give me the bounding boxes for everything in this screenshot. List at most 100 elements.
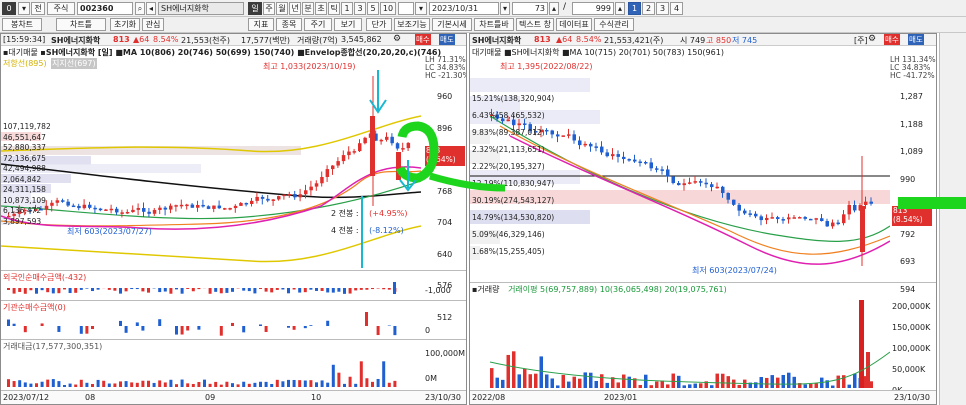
- page-3-button[interactable]: 3: [656, 2, 669, 15]
- amount-bar: [303, 380, 307, 387]
- count-input[interactable]: 73: [512, 2, 548, 15]
- code-input[interactable]: 002360: [77, 2, 133, 15]
- chart-toolbar-button[interactable]: 차트틀바: [474, 18, 514, 31]
- volume-bar: [605, 382, 609, 388]
- volume-profile-label: 24,311,158: [3, 185, 46, 194]
- institution-bar: [242, 326, 246, 333]
- candle: [814, 218, 818, 220]
- candle-chart-button[interactable]: 봉차트: [2, 18, 42, 31]
- page-1-button[interactable]: 1: [628, 2, 641, 15]
- foreign-bar: [124, 288, 128, 292]
- candle: [347, 151, 351, 156]
- search-icon[interactable]: ⌕: [135, 2, 145, 15]
- foreign-bar: [309, 288, 313, 290]
- institution-bar: [309, 325, 313, 326]
- watchlist-button[interactable]: 관심: [142, 18, 164, 31]
- institution-bar: [141, 326, 145, 331]
- volume-bar: [627, 376, 631, 388]
- count-spin-icon[interactable]: ▴: [549, 2, 559, 15]
- period-month-button[interactable]: 월: [276, 2, 288, 15]
- sell-button[interactable]: 매도: [439, 34, 455, 45]
- trade-amount-chart[interactable]: [1, 349, 421, 389]
- max-count-spin-icon[interactable]: ▴: [615, 2, 625, 15]
- high-label: 고 850: [706, 36, 732, 45]
- period-second-button[interactable]: 초: [315, 2, 327, 15]
- candle: [688, 182, 692, 184]
- basic-quote-button[interactable]: 기본시세: [432, 18, 472, 31]
- view-button[interactable]: 보기: [334, 18, 362, 31]
- candle: [293, 194, 297, 198]
- foreign-bar: [281, 288, 285, 290]
- amount-bar: [309, 380, 313, 387]
- period-minute-button[interactable]: 분: [302, 2, 314, 15]
- foreign-bar: [354, 288, 358, 291]
- period-dropdown-icon[interactable]: ▾: [415, 2, 427, 15]
- period-value-1[interactable]: 1: [341, 2, 353, 15]
- data-table-button[interactable]: 데이터표: [556, 18, 592, 31]
- cycle-button[interactable]: 주기: [304, 18, 332, 31]
- period-value-3[interactable]: 3: [354, 2, 366, 15]
- settings-icon[interactable]: ⚙: [393, 34, 401, 44]
- menu-button[interactable]: ▾: [18, 2, 30, 15]
- period-day-button[interactable]: 일: [248, 2, 262, 15]
- weekly-volume-chart[interactable]: [470, 292, 890, 390]
- page-4-button[interactable]: 4: [670, 2, 683, 15]
- all-button[interactable]: 전: [31, 2, 45, 15]
- candle: [715, 186, 719, 189]
- chart-frame-button[interactable]: 차트틀: [56, 18, 106, 31]
- buy-button[interactable]: 매수: [884, 34, 900, 45]
- amount-bar: [119, 381, 122, 387]
- page-2-button[interactable]: 2: [642, 2, 655, 15]
- date-input[interactable]: 2023/10/31: [429, 2, 499, 15]
- candle: [622, 156, 626, 160]
- period-custom-input[interactable]: [398, 2, 414, 15]
- candle: [864, 201, 868, 206]
- buy-button[interactable]: 매수: [415, 34, 431, 45]
- amount-bar: [74, 384, 78, 387]
- foreign-bar: [12, 288, 16, 294]
- sell-button[interactable]: 매도: [908, 34, 924, 45]
- period-value-5[interactable]: 5: [367, 2, 379, 15]
- period-year-button[interactable]: 년: [289, 2, 301, 15]
- formula-manage-button[interactable]: 수식관리: [594, 18, 634, 31]
- amount-bar: [292, 379, 296, 387]
- screen-number[interactable]: 0: [2, 2, 16, 15]
- candle: [390, 136, 394, 144]
- institution-net-chart[interactable]: [1, 310, 421, 338]
- market-select[interactable]: 주식: [47, 2, 75, 15]
- volume-bar: [644, 374, 648, 388]
- period-tick-button[interactable]: 틱: [328, 2, 340, 15]
- volume-bar: [759, 376, 763, 388]
- period-value-10[interactable]: 10: [380, 2, 396, 15]
- candle: [512, 119, 516, 126]
- current-price-tag: 813 (8.54%): [892, 206, 932, 226]
- symbol-button[interactable]: 종목: [276, 18, 302, 31]
- settings-icon[interactable]: ⚙: [868, 34, 876, 44]
- unit-price-button[interactable]: 단가: [366, 18, 392, 31]
- amount-bar: [130, 382, 134, 387]
- volume-profile-label: 52,880,337: [3, 143, 46, 152]
- current-price-tag: 813 (8.54%): [425, 146, 465, 166]
- period-week-button[interactable]: 주: [263, 2, 275, 15]
- amount-bar: [68, 383, 72, 387]
- institution-bar: [326, 320, 330, 326]
- reset-button[interactable]: 초기화: [110, 18, 140, 31]
- code-prev-icon[interactable]: ◂: [146, 2, 156, 15]
- volume-profile-label: 10,873,109: [3, 195, 46, 205]
- foreign-bar: [382, 288, 386, 290]
- institution-bar: [219, 326, 223, 336]
- text-window-button[interactable]: 텍스트 창: [516, 18, 554, 31]
- volume-bar: [682, 385, 686, 388]
- volume-bar: [534, 373, 538, 388]
- amount-bar: [135, 382, 139, 387]
- foreign-bar: [387, 288, 391, 290]
- date-dropdown-icon[interactable]: ▾: [500, 2, 510, 15]
- daily-candle-chart[interactable]: [1, 56, 421, 298]
- foreign-net-chart[interactable]: [1, 280, 421, 300]
- aux-function-button[interactable]: 보조기능: [394, 18, 430, 31]
- indicator-button[interactable]: 지표: [248, 18, 274, 31]
- max-count-input[interactable]: 999: [572, 2, 614, 15]
- institution-bar: [393, 326, 397, 336]
- foreign-bar: [264, 288, 268, 292]
- side-scrollbar[interactable]: [939, 33, 966, 405]
